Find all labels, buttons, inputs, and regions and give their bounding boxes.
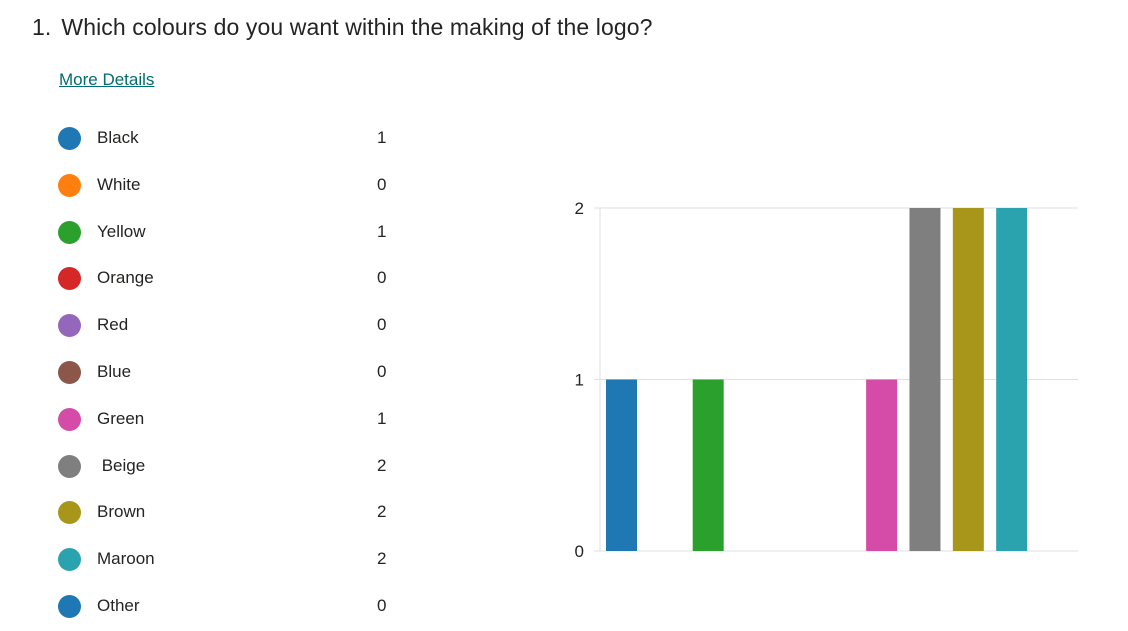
legend-label: Green (97, 408, 145, 428)
legend-count: 1 (377, 408, 387, 428)
legend-color-dot (58, 361, 81, 384)
y-tick-label: 1 (575, 371, 584, 390)
legend-color-dot (58, 454, 81, 478)
legend-color-dot (58, 595, 81, 618)
legend-item: Blue 0 (58, 360, 398, 386)
legend-item: Other 0 (58, 594, 398, 620)
legend-label: Brown (97, 502, 146, 522)
more-details-link[interactable]: More Details (59, 70, 154, 90)
legend-label: Red (97, 315, 129, 335)
legend-label: Beige (97, 455, 146, 475)
legend-color-dot (58, 127, 81, 150)
legend-count: 2 (377, 455, 387, 475)
bar-green[interactable] (866, 379, 898, 552)
legend-count: 2 (377, 502, 387, 522)
legend-color-dot (58, 314, 81, 338)
bar-black[interactable] (606, 379, 637, 552)
legend-item: Brown 2 (58, 500, 398, 526)
legend-item: Black 1 (58, 126, 398, 152)
legend-color-dot (58, 501, 81, 525)
question-text: Which colours do you want within the mak… (61, 14, 653, 40)
legend-label: Black (97, 128, 139, 147)
bar-brown[interactable] (952, 208, 984, 551)
legend-item: Orange 0 (58, 266, 398, 292)
legend-count: 1 (377, 128, 387, 147)
bar-maroon[interactable] (996, 208, 1028, 551)
legend-item: White 0 (58, 173, 398, 199)
legend-item: Beige 2 (58, 454, 398, 480)
y-tick-label: 0 (575, 542, 584, 561)
legend-item: Yellow 1 (58, 220, 398, 246)
legend-count: 0 (377, 174, 387, 194)
legend-color-dot (58, 407, 81, 431)
legend-label: Orange (97, 268, 154, 288)
bar-yellow[interactable] (692, 379, 724, 552)
legend-label: Blue (97, 362, 132, 381)
legend-count: 2 (377, 549, 387, 569)
legend-count: 1 (377, 221, 387, 241)
legend-count: 0 (377, 596, 387, 615)
legend-item: Maroon 2 (58, 547, 398, 573)
legend-label: Maroon (97, 549, 155, 569)
legend-label: Other (97, 596, 140, 615)
legend-color-dot (58, 267, 81, 291)
legend-color-dot (58, 548, 81, 572)
question-number: 1. (32, 14, 52, 40)
legend-count: 0 (377, 315, 387, 335)
legend-count: 0 (377, 362, 387, 381)
bar-chart: 0 1 2 (575, 199, 1078, 561)
legend-color-dot (58, 220, 81, 244)
legend-color-dot (58, 173, 81, 197)
legend-item: Red 0 (58, 313, 398, 339)
legend-label: White (97, 174, 141, 194)
bar-beige[interactable] (909, 208, 941, 551)
y-tick-label: 2 (575, 199, 584, 218)
question-title: 1. Which colours do you want within the m… (32, 14, 653, 41)
legend-count: 0 (377, 268, 387, 288)
legend-label: Yellow (97, 221, 146, 241)
legend-item: Green 1 (58, 407, 398, 433)
